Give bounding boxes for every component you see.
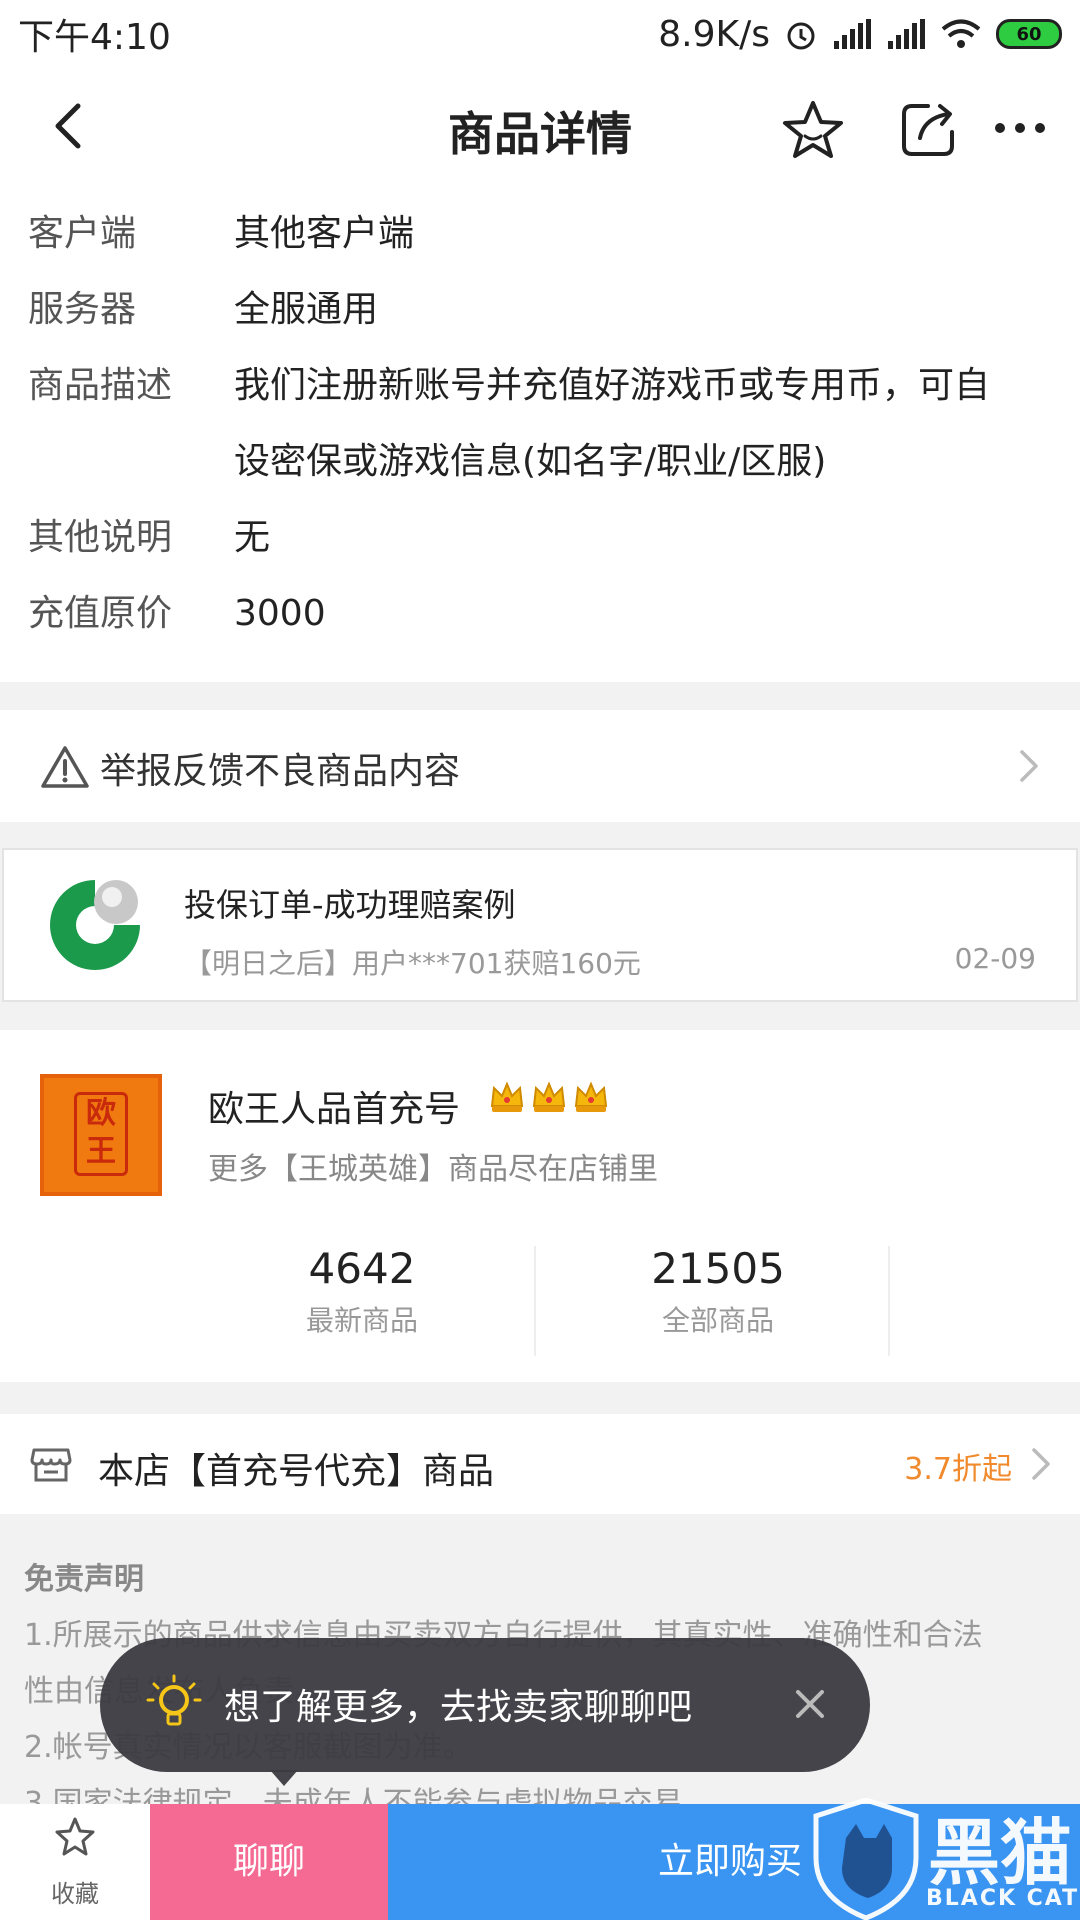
nav-bar: 商品详情 (0, 68, 1080, 188)
stat-divider (888, 1246, 890, 1356)
stat-divider (534, 1246, 536, 1356)
detail-value: 无 (234, 517, 271, 558)
stat-label: 全部商品 (661, 1304, 774, 1337)
buy-now-label: 立即购买 (658, 1841, 803, 1882)
alarm-icon (787, 22, 815, 50)
stat-label: 最新商品 (305, 1304, 418, 1337)
chat-tooltip[interactable]: 想了解更多，去找卖家聊聊吧 (100, 1638, 870, 1772)
tooltip-text: 想了解更多，去找卖家聊聊吧 (224, 1687, 693, 1728)
battery-level: 60 (1016, 23, 1042, 45)
status-bar: 下午4:10 8.9K/s 60 (0, 0, 1080, 68)
star-icon (55, 1817, 95, 1856)
watermark-subtext: BLACK CAT (926, 1886, 1080, 1911)
black-cat-shield-icon (813, 1798, 919, 1920)
detail-key: 服务器 (28, 289, 137, 330)
store-discount: 3.7折起 (904, 1452, 1012, 1487)
more-icon[interactable] (990, 98, 1050, 158)
insurance-subtitle: 【明日之后】用户***701获赔160元 (184, 947, 641, 980)
crown-icon (532, 1081, 566, 1112)
chevron-right-icon (1020, 750, 1038, 782)
detail-value: 其他客户端 (234, 213, 415, 254)
tooltip-tail (270, 1770, 298, 1786)
signal-icon (834, 19, 871, 49)
stat-all-items[interactable]: 21505 全部商品 (568, 1244, 868, 1339)
detail-key: 客户端 (28, 213, 137, 254)
report-row[interactable]: 举报反馈不良商品内容 (0, 710, 1080, 822)
shop-name[interactable]: 欧王人品首充号 (208, 1080, 460, 1132)
insurance-card[interactable]: 投保订单-成功理赔案例 【明日之后】用户***701获赔160元 02-09 (2, 848, 1078, 1002)
black-cat-watermark: 黑猫 BLACK CAT (810, 1790, 1080, 1920)
crown-icon (490, 1081, 524, 1112)
shop-level-crowns (488, 1078, 610, 1116)
detail-value: 全服通用 (234, 289, 379, 330)
status-time: 下午4:10 (18, 17, 171, 58)
stat-new-items[interactable]: 4642 最新商品 (212, 1244, 512, 1339)
chevron-right-icon (1032, 1448, 1050, 1480)
detail-value: 3000 (234, 593, 326, 634)
network-speed: 8.9K/s (658, 13, 770, 55)
shop-logo[interactable]: 欧王 (40, 1074, 162, 1196)
detail-value: 设密保或游戏信息(如名字/职业/区服) (234, 441, 827, 482)
lightbulb-icon (146, 1674, 202, 1726)
detail-key: 其他说明 (28, 517, 173, 558)
store-products-row[interactable]: 本店【首充号代充】商品 3.7折起 (0, 1414, 1080, 1514)
shop-logo-text: 欧王 (74, 1092, 128, 1176)
insurance-date: 02-09 (954, 942, 1036, 975)
close-icon[interactable] (786, 1680, 834, 1728)
insurance-logo-icon (50, 880, 140, 970)
crown-icon (574, 1081, 608, 1112)
watermark-text: 黑猫 (928, 1811, 1073, 1895)
favorite-star-icon[interactable] (780, 98, 846, 164)
report-label: 举报反馈不良商品内容 (100, 751, 461, 792)
detail-key: 充值原价 (28, 593, 173, 634)
insurance-title: 投保订单-成功理赔案例 (184, 886, 516, 924)
detail-value: 我们注册新账号并充值好游戏币或专用币，可自 (234, 365, 991, 406)
product-details: 客户端 其他客户端 服务器 全服通用 商品描述 我们注册新账号并充值好游戏币或专… (0, 188, 1080, 682)
detail-key: 商品描述 (28, 365, 173, 406)
wifi-icon (941, 19, 981, 48)
store-label: 本店【首充号代充】商品 (98, 1451, 495, 1492)
status-icons: 8.9K/s 60 (658, 14, 1062, 55)
signal-icon (888, 19, 925, 49)
shop-more-text[interactable]: 更多【王城英雄】商品尽在店铺里 (208, 1144, 658, 1188)
shop-card: 欧王 欧王人品首充号 更多【王城英雄】商品尽在店铺里 4642 最新商品 215… (0, 1030, 1080, 1382)
favorite-button[interactable]: 收藏 (0, 1804, 150, 1920)
stat-number: 21505 (651, 1244, 785, 1293)
stat-number: 4642 (308, 1244, 416, 1293)
store-icon (30, 1448, 72, 1482)
disclaimer-title: 免责声明 (24, 1562, 144, 1597)
battery-icon: 60 (996, 19, 1062, 49)
share-icon[interactable] (898, 98, 960, 160)
chat-button[interactable]: 聊聊 (150, 1804, 388, 1920)
favorite-label: 收藏 (51, 1880, 99, 1908)
warning-icon (41, 746, 89, 788)
